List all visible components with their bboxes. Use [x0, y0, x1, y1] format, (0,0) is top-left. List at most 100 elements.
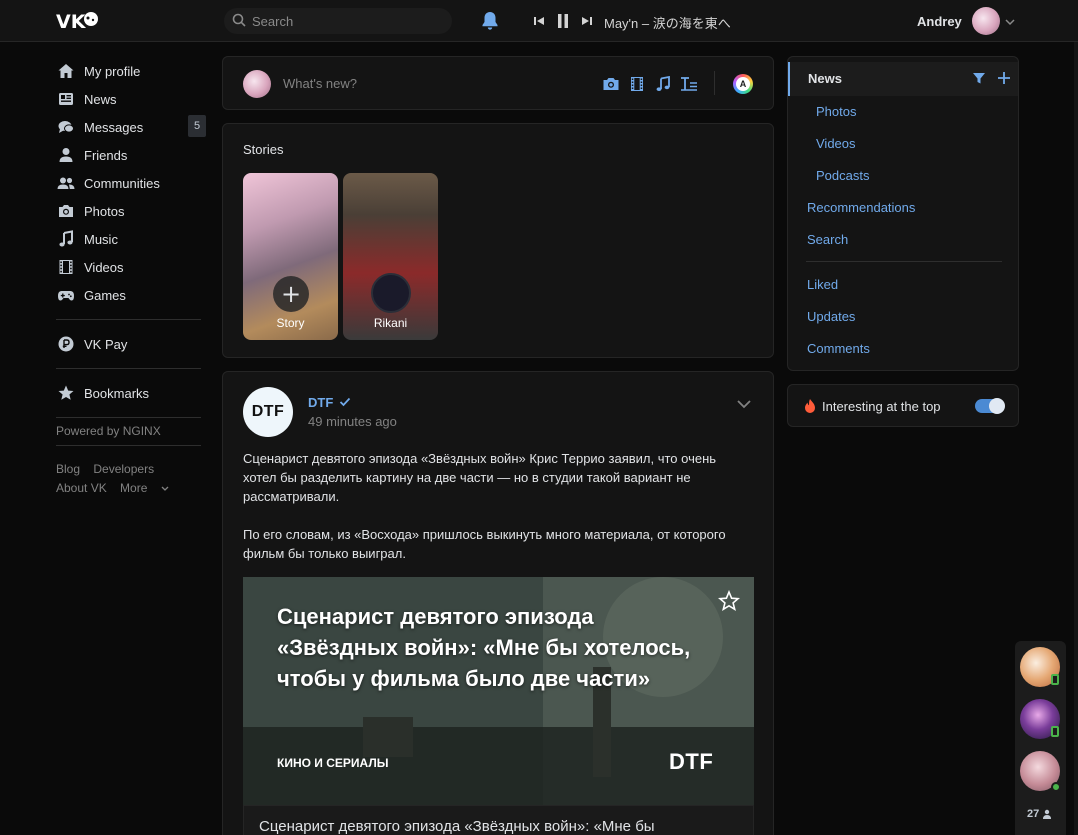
- previous-track-icon[interactable]: [531, 11, 547, 31]
- sidebar-divider: [56, 368, 201, 369]
- now-playing-track[interactable]: May'n – 涙の海を東へ: [604, 13, 731, 32]
- page-scrollbar[interactable]: [1074, 42, 1078, 835]
- article-icon[interactable]: [679, 74, 699, 94]
- post-composer: What's new? A: [222, 56, 774, 110]
- footer-link-about[interactable]: About VK: [56, 481, 107, 495]
- camera-icon[interactable]: [601, 74, 621, 94]
- online-friends-count[interactable]: 27: [1027, 808, 1052, 820]
- mobile-online-icon: [1051, 726, 1059, 737]
- star-icon: [56, 383, 76, 403]
- notifications-bell-icon[interactable]: [481, 11, 499, 34]
- home-icon: [56, 61, 76, 81]
- powered-by-text: Powered by NGINX: [56, 424, 161, 438]
- filter-icon[interactable]: [972, 71, 986, 88]
- chevron-down-icon: [1005, 14, 1015, 29]
- search-box[interactable]: [224, 8, 452, 34]
- vk-logo[interactable]: VK: [56, 9, 102, 33]
- chevron-down-icon: [161, 486, 169, 491]
- footer-link-blog[interactable]: Blog: [56, 462, 80, 476]
- user-menu[interactable]: Andrey: [917, 7, 1015, 35]
- sidebar-item-label: Messages: [84, 119, 144, 135]
- sidebar-item-news[interactable]: News: [56, 85, 208, 113]
- feed-post: DTF DTF 49 minutes ago Сценарист девятог…: [222, 371, 774, 835]
- next-track-icon[interactable]: [579, 11, 595, 31]
- footer-link-more[interactable]: More: [120, 481, 169, 495]
- user-icon: [56, 145, 76, 165]
- sidebar-item-bookmarks[interactable]: Bookmarks: [56, 379, 208, 407]
- feed-menu-label: News: [808, 71, 842, 86]
- link-caption[interactable]: Сценарист девятого эпизода «Звёздных вой…: [243, 805, 754, 835]
- feed-menu-item-liked[interactable]: Liked: [807, 277, 838, 292]
- media-headline: Сценарист девятого эпизода «Звёздных вой…: [277, 604, 691, 691]
- post-author-name: DTF: [308, 395, 334, 410]
- film-icon[interactable]: [627, 74, 647, 94]
- mobile-online-icon: [1051, 674, 1059, 685]
- feed-menu-item-podcasts[interactable]: Podcasts: [816, 168, 869, 183]
- sidebar-item-label: Communities: [84, 175, 160, 191]
- film-icon: [56, 257, 76, 277]
- sidebar-item-music[interactable]: Music: [56, 225, 208, 253]
- sidebar-item-friends[interactable]: Friends: [56, 141, 208, 169]
- composer-divider: [714, 71, 715, 95]
- post-as-account-icon[interactable]: A: [733, 74, 753, 94]
- story-label: Story: [276, 316, 305, 330]
- sidebar-item-communities[interactable]: Communities: [56, 169, 208, 197]
- footer-link-developers[interactable]: Developers: [93, 462, 154, 476]
- sidebar-item-photos[interactable]: Photos: [56, 197, 208, 225]
- sidebar-item-label: My profile: [84, 63, 141, 79]
- search-icon: [232, 13, 246, 30]
- media-category: КИНО И СЕРИАЛЫ: [277, 756, 389, 770]
- feed-menu-item-news[interactable]: News: [788, 62, 1018, 96]
- sidebar-item-my-profile[interactable]: My profile: [56, 57, 208, 85]
- plus-icon[interactable]: [996, 70, 1012, 89]
- feed-menu-item-comments[interactable]: Comments: [807, 341, 870, 356]
- vk-pay-icon: [56, 334, 76, 354]
- sidebar-item-label: Videos: [84, 259, 124, 275]
- feed-menu-item-videos[interactable]: Videos: [816, 136, 856, 151]
- online-status-dot: [1051, 782, 1061, 792]
- sidebar-item-videos[interactable]: Videos: [56, 253, 208, 281]
- composer-tools: [601, 74, 699, 94]
- story-card-rikani[interactable]: Rikani: [343, 173, 438, 340]
- sidebar-item-games[interactable]: Games: [56, 281, 208, 309]
- left-sidebar: My profile News Messages 5 Friends Commu…: [56, 57, 208, 498]
- story-card-add[interactable]: + Story: [243, 173, 338, 340]
- sidebar-item-label: Games: [84, 287, 126, 303]
- user-name: Andrey: [917, 13, 962, 29]
- sidebar-item-vk-pay[interactable]: VK Pay: [56, 330, 208, 358]
- feed-menu-item-photos[interactable]: Photos: [816, 104, 856, 119]
- user-avatar: [971, 7, 1000, 35]
- music-icon[interactable]: [653, 74, 673, 94]
- sidebar-item-label: Bookmarks: [84, 385, 150, 401]
- post-paragraph: По его словам, из «Восхода» пришлось вык…: [243, 527, 726, 561]
- story-avatar: [371, 273, 411, 313]
- interesting-toggle[interactable]: [975, 398, 1005, 414]
- verified-icon: [339, 395, 351, 410]
- camera-icon: [56, 201, 76, 221]
- stories-block: Stories + Story Rikani: [222, 123, 774, 358]
- feed-menu-item-search[interactable]: Search: [807, 232, 848, 247]
- feed-menu-item-updates[interactable]: Updates: [807, 309, 855, 324]
- feed-menu-item-recommendations[interactable]: Recommendations: [807, 200, 915, 215]
- top-header: VK May'n – 涙の海を東へ Andrey: [0, 0, 1078, 42]
- composer-input[interactable]: What's new?: [283, 76, 357, 91]
- chevron-down-icon[interactable]: [736, 397, 752, 412]
- svg-text:VK: VK: [56, 11, 87, 33]
- post-author-avatar[interactable]: DTF: [243, 387, 293, 437]
- pause-icon[interactable]: [555, 11, 571, 31]
- sidebar-item-label: News: [84, 91, 117, 107]
- post-author[interactable]: DTF: [308, 395, 351, 410]
- interesting-label: Interesting at the top: [822, 399, 941, 414]
- sidebar-divider: [56, 445, 201, 446]
- search-input[interactable]: [252, 13, 432, 29]
- feed-menu-divider: [806, 261, 1002, 262]
- bookmark-star-icon[interactable]: [718, 589, 740, 615]
- sidebar-divider: [56, 417, 201, 418]
- post-media-image[interactable]: Сценарист девятого эпизода «Звёздных вой…: [243, 577, 754, 805]
- post-time[interactable]: 49 minutes ago: [308, 414, 397, 429]
- sidebar-item-messages[interactable]: Messages 5: [56, 113, 208, 141]
- interesting-at-top-setting: Interesting at the top: [787, 384, 1019, 427]
- footer-links: Blog Developers About VK More: [56, 460, 208, 498]
- online-count-value: 27: [1027, 808, 1040, 820]
- account-letter-icon: A: [736, 77, 750, 91]
